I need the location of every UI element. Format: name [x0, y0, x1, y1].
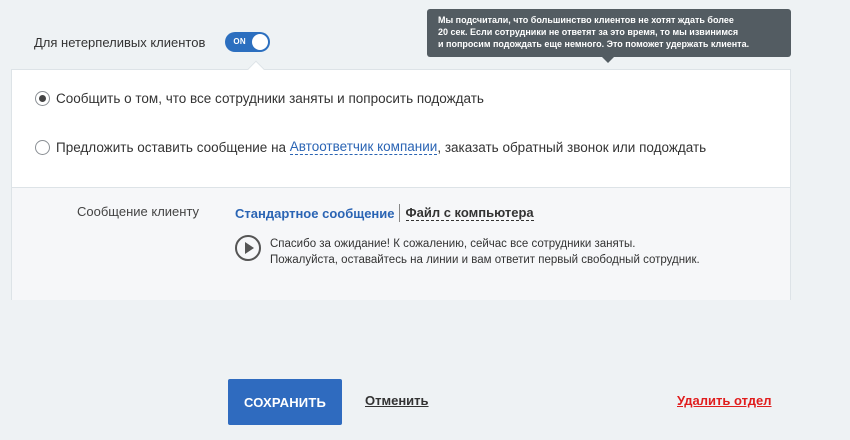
tab-separator [398, 204, 400, 222]
tooltip-line: 20 сек. Если сотрудники не ответят за эт… [438, 27, 739, 37]
tooltip-line: и попросим подождать еще немного. Это по… [438, 39, 750, 49]
impatient-clients-toggle[interactable]: ON [225, 32, 271, 52]
delete-department-link[interactable]: Удалить отдел [677, 393, 772, 408]
message-text: Спасибо за ожидание! К сожалению, сейчас… [270, 236, 700, 268]
message-line: Пожалуйста, оставайтесь на линии и вам о… [270, 254, 700, 266]
message-source-tabs: Стандартное сообщение Файл с компьютера [235, 204, 534, 222]
answering-machine-link[interactable]: Автоответчик компании [289, 139, 438, 155]
option-leave-message-label-before: Предложить оставить сообщение на [56, 139, 290, 155]
tooltip-arrow [602, 57, 614, 63]
save-button[interactable]: СОХРАНИТЬ [228, 379, 342, 425]
play-icon[interactable] [235, 235, 261, 261]
cancel-link[interactable]: Отменить [365, 393, 429, 408]
option-notify-busy[interactable]: Сообщить о том, что все сотрудники занят… [35, 91, 484, 106]
impatient-clients-row: Для нетерпеливых клиентов ON [34, 31, 271, 53]
option-leave-message-label-after: , заказать обратный звонок или подождать [437, 139, 707, 155]
tooltip-line: Мы подсчитали, что большинство клиентов … [438, 15, 734, 25]
message-label: Сообщение клиенту [77, 204, 200, 219]
info-tooltip: Мы подсчитали, что большинство клиентов … [427, 9, 791, 57]
settings-card: Сообщить о том, что все сотрудники занят… [11, 69, 791, 300]
radio-notify-busy[interactable] [35, 91, 50, 106]
message-section: Сообщение клиенту Стандартное сообщение … [12, 187, 790, 300]
tab-standard-message[interactable]: Стандартное сообщение [235, 206, 395, 221]
option-leave-message[interactable]: Предложить оставить сообщение на Автоотв… [35, 139, 706, 155]
radio-leave-message[interactable] [35, 139, 50, 155]
message-line: Спасибо за ожидание! К сожалению, сейчас… [270, 238, 636, 250]
option-notify-busy-label: Сообщить о том, что все сотрудники занят… [56, 91, 484, 106]
impatient-clients-label: Для нетерпеливых клиентов [34, 34, 206, 50]
tab-file-from-computer[interactable]: Файл с компьютера [405, 205, 534, 221]
toggle-knob [252, 34, 269, 50]
toggle-state-text: ON [233, 37, 246, 46]
